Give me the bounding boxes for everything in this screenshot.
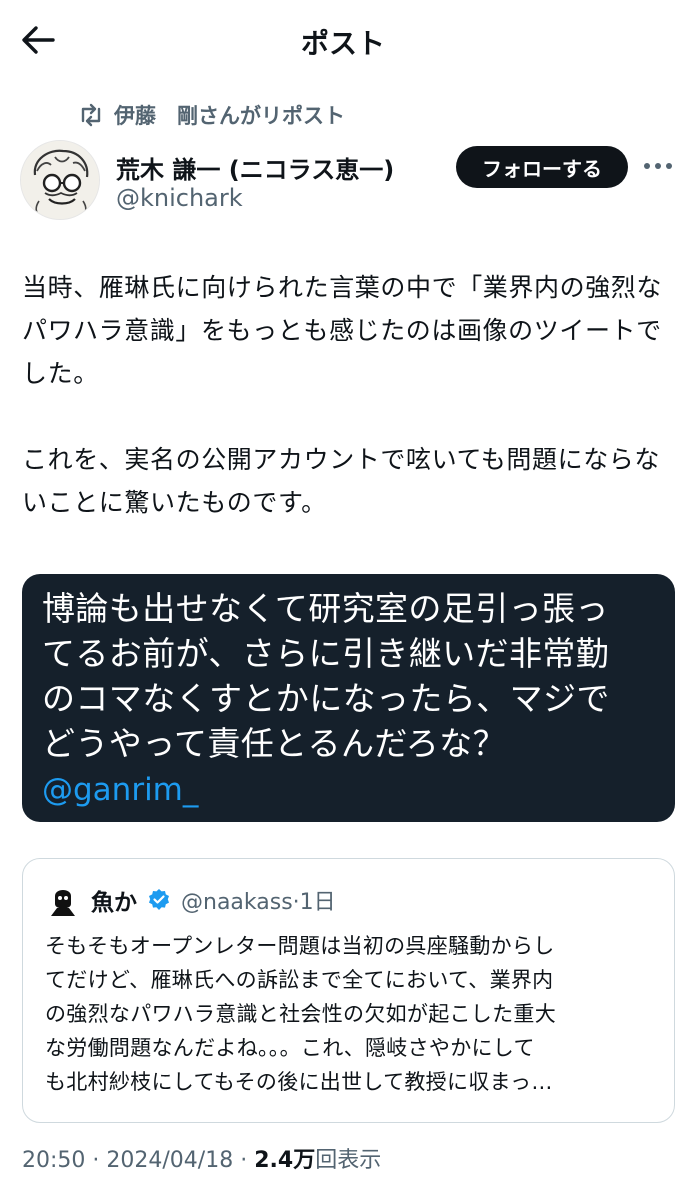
quoted-text-line: な労働問題なんだよね。。。これ、隠岐さやかにして	[45, 1036, 535, 1060]
image-text-line: どうやって責任とるんだろな？	[42, 724, 506, 763]
quoted-author-handle: @naakass·1日	[181, 890, 336, 915]
page-title: ポスト	[300, 27, 385, 60]
quoted-text-line: の強烈なパワハラ意識と社会性の欠如が起こした重大	[45, 1002, 556, 1026]
post-text: 当時、雁琳氏に向けられた言葉の中で「業界内の強烈なパワハラ意識」をもっとも感じた…	[22, 266, 666, 567]
post-page: ポスト 伊藤 剛さんがリポスト 荒木 謙一 (ニコラス恵一) @knichark…	[0, 0, 686, 1200]
more-icon	[644, 163, 672, 169]
author-handle[interactable]: @knichark	[116, 184, 243, 212]
meta-separator: ·	[92, 1148, 100, 1173]
post-meta: 20:50 · 2024/04/18 · 2.4万回表示	[22, 1142, 381, 1174]
image-mention: @ganrim_	[42, 772, 199, 808]
retweet-icon	[78, 102, 104, 128]
post-image[interactable]: 博論も出せなくて研究室の足引っ張っ てるお前が、さらに引き継いだ非常勤 のコマな…	[22, 574, 675, 822]
post-time[interactable]: 20:50	[22, 1148, 85, 1173]
post-paragraph: これを、実名の公開アカウントで呟いても問題にならないことに驚いたものです。	[22, 445, 661, 517]
quoted-text-line: てだけど、雁琳氏への訴訟まで全てにおいて、業界内	[45, 968, 554, 992]
image-text-line: てるお前が、さらに引き継いだ非常勤	[42, 634, 610, 673]
repost-indicator[interactable]: 伊藤 剛さんがリポスト	[78, 100, 345, 130]
quoted-text-line: そもそもオープンレター問題は当初の呉座騒動からし	[45, 934, 555, 958]
follow-button[interactable]: フォローする	[456, 146, 628, 188]
quoted-post[interactable]: 魚か @naakass·1日 そもそもオープンレター問題は当初の呉座騒動からし …	[22, 858, 675, 1123]
quoted-text-line: も北村紗枝にしてもその後に出世して教授に収まっ…	[45, 1070, 553, 1094]
image-text-line: 博論も出せなくて研究室の足引っ張っ	[42, 589, 609, 628]
repost-text: 伊藤 剛さんがリポスト	[114, 104, 345, 128]
more-button[interactable]	[640, 150, 676, 182]
post-date[interactable]: 2024/04/18	[106, 1148, 233, 1173]
top-bar: ポスト	[0, 0, 686, 80]
image-text-line: のコマなくすとかになったら、マジで	[42, 679, 610, 718]
verified-badge-icon	[149, 889, 169, 910]
view-count[interactable]: 2.4万	[254, 1148, 315, 1173]
avatar[interactable]	[20, 140, 100, 220]
view-label: 回表示	[315, 1148, 382, 1173]
quoted-post-header: 魚か @naakass·1日	[45, 882, 652, 918]
meta-separator: ·	[240, 1148, 248, 1173]
post-paragraph: 当時、雁琳氏に向けられた言葉の中で「業界内の強烈なパワハラ意識」をもっとも感じた…	[22, 273, 663, 388]
quoted-post-text: そもそもオープンレター問題は当初の呉座騒動からし てだけど、雁琳氏への訴訟まで全…	[45, 929, 652, 1099]
quoted-avatar[interactable]	[45, 882, 81, 918]
quoted-author-name: 魚か	[91, 890, 137, 916]
author-name[interactable]: 荒木 謙一 (ニコラス恵一)	[116, 150, 394, 185]
